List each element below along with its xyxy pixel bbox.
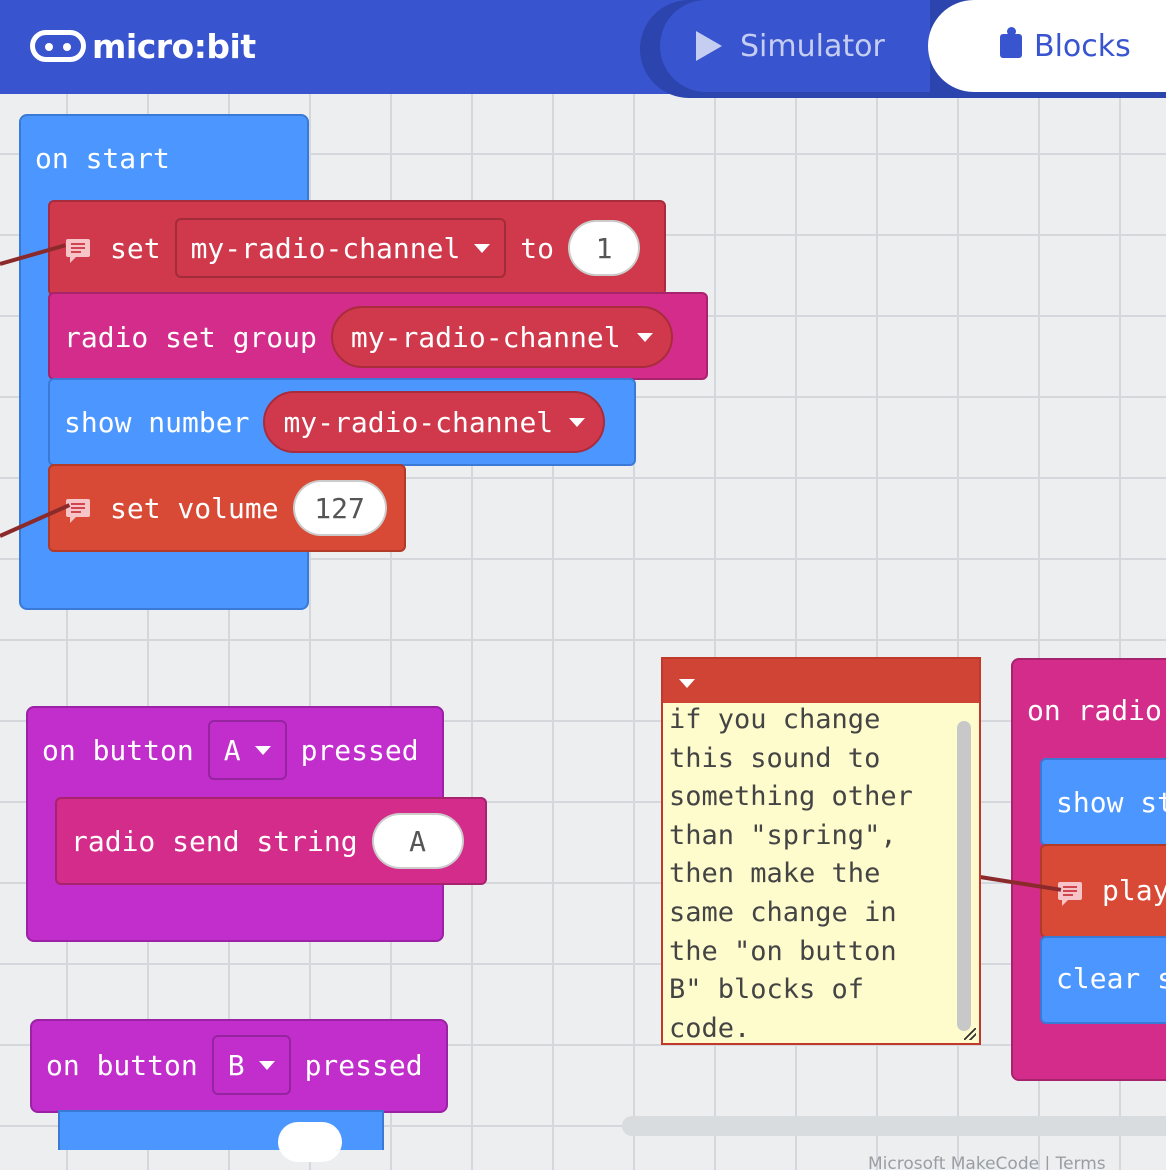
set-volume-label: set volume	[110, 491, 279, 525]
on-button-b-block[interactable]: on button B pressed	[30, 1019, 448, 1113]
button-name: A	[223, 733, 241, 767]
collapse-caret-icon[interactable]	[679, 679, 695, 688]
pressed-label: pressed	[304, 1048, 423, 1082]
button-dropdown[interactable]: B	[211, 1035, 291, 1095]
app-header: micro:bit Simulator Blocks	[0, 0, 1166, 98]
button-dropdown[interactable]: A	[207, 720, 287, 780]
comment-icon[interactable]	[66, 239, 90, 263]
dropdown-caret-icon	[636, 332, 653, 342]
show-string-label: show st	[1056, 786, 1166, 819]
puzzle-icon	[1000, 27, 1022, 58]
variable-name: my-radio-channel	[350, 320, 621, 354]
radio-send-string-label: radio send string	[71, 824, 358, 858]
variable-name: my-radio-channel	[283, 405, 554, 439]
microbit-icon	[30, 30, 86, 62]
variable-name: my-radio-channel	[190, 231, 461, 265]
play-icon	[696, 31, 722, 61]
tab-simulator-label: Simulator	[740, 28, 885, 64]
button-name: B	[227, 1048, 245, 1082]
footer-links[interactable]: Microsoft MakeCode | Terms	[868, 1154, 1106, 1170]
tab-blocks-label: Blocks	[1034, 28, 1131, 64]
comment-text[interactable]: if you change this sound to something ot…	[669, 701, 953, 1048]
horizontal-scrollbar[interactable]	[622, 1116, 1166, 1136]
partial-child-block[interactable]	[58, 1110, 384, 1162]
radio-send-string-block[interactable]: radio send string A	[55, 797, 487, 885]
set-volume-block[interactable]: set volume 127	[48, 464, 406, 552]
set-keyword: set	[110, 231, 161, 265]
on-start-label: on start	[35, 142, 170, 175]
logo-text: micro:bit	[92, 26, 256, 66]
dropdown-caret-icon	[569, 417, 586, 427]
variable-reporter[interactable]: my-radio-channel	[263, 391, 606, 453]
tab-simulator[interactable]: Simulator	[660, 0, 930, 92]
blocks-workspace[interactable]: on start set my-radio-channel to 1 radio…	[0, 94, 1166, 1170]
clear-screen-block[interactable]: clear s	[1040, 936, 1166, 1024]
clear-label: clear s	[1056, 962, 1166, 995]
on-button-label: on button	[46, 1048, 198, 1082]
pressed-label: pressed	[300, 733, 419, 767]
tab-blocks[interactable]: Blocks	[928, 0, 1166, 92]
comment-header[interactable]	[663, 659, 979, 703]
show-number-label: show number	[64, 405, 250, 439]
string-input[interactable]: A	[371, 813, 464, 869]
variable-reporter[interactable]: my-radio-channel	[330, 306, 673, 368]
volume-input[interactable]: 127	[292, 480, 387, 536]
radio-set-group-block[interactable]: radio set group my-radio-channel	[48, 292, 708, 380]
on-button-label: on button	[42, 733, 194, 767]
on-radio-label: on radio	[1027, 694, 1162, 727]
comment-icon[interactable]	[66, 499, 90, 523]
dropdown-caret-icon	[474, 243, 491, 253]
set-variable-block[interactable]: set my-radio-channel to 1	[48, 200, 666, 296]
show-number-block[interactable]: show number my-radio-channel	[48, 378, 636, 466]
play-label: play	[1102, 874, 1166, 907]
string-value: A	[409, 824, 426, 858]
dropdown-caret-icon	[258, 1060, 275, 1070]
radio-set-group-label: radio set group	[64, 320, 317, 354]
value-input[interactable]: 1	[568, 220, 641, 276]
dropdown-caret-icon	[254, 745, 271, 755]
variable-dropdown[interactable]: my-radio-channel	[174, 218, 507, 278]
microbit-logo[interactable]: micro:bit	[30, 26, 256, 66]
show-string-block[interactable]: show st	[1040, 758, 1166, 846]
to-keyword: to	[520, 231, 555, 265]
resize-icon[interactable]	[964, 1028, 976, 1040]
comment-bubble[interactable]: if you change this sound to something ot…	[661, 657, 981, 1045]
comment-icon[interactable]	[1058, 881, 1082, 906]
comment-scrollbar[interactable]	[957, 721, 971, 1031]
